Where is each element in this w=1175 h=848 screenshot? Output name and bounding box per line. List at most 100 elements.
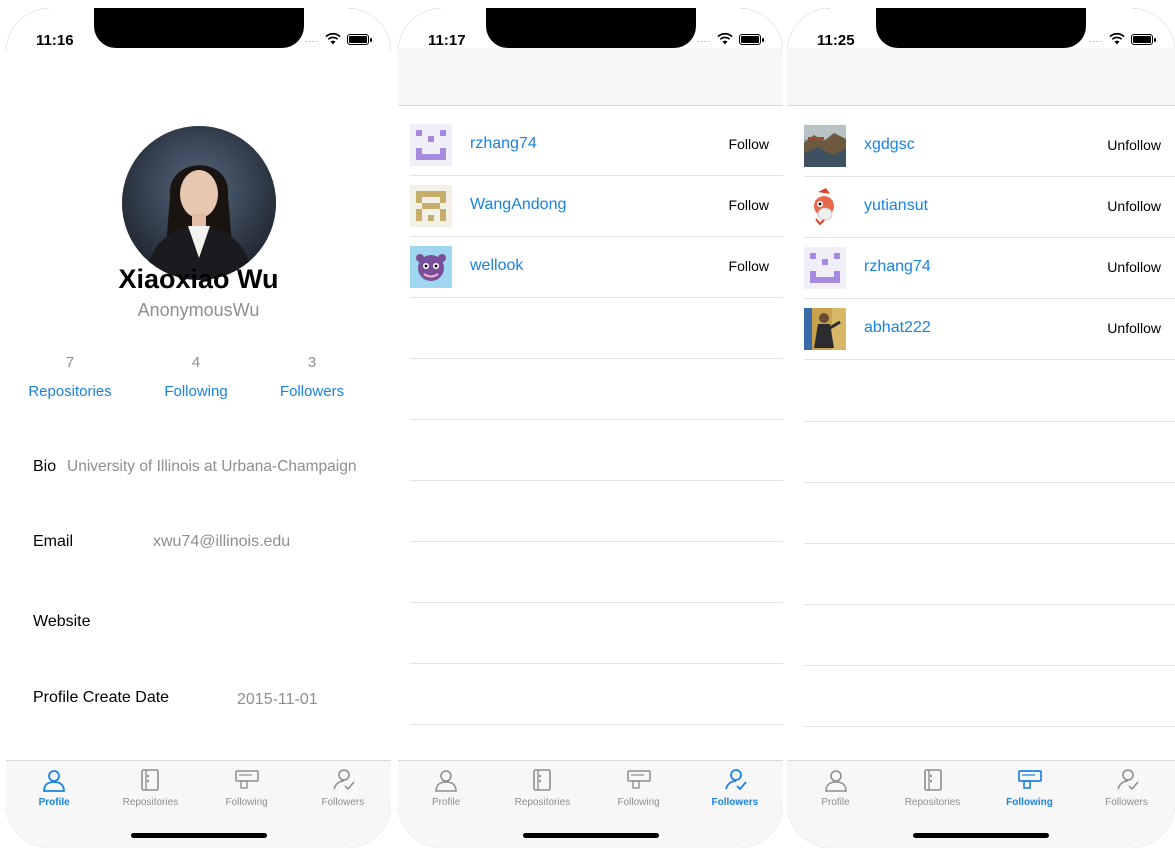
red-character-avatar	[804, 186, 846, 228]
signal-icon: ....	[696, 34, 711, 44]
tab-label: Followers	[321, 797, 365, 808]
email-label: Email	[33, 533, 74, 550]
tan-pixel-avatar	[410, 185, 452, 227]
signal-icon: ....	[1088, 34, 1103, 44]
bio-row: Bio University of Illinois at Urbana-Cha…	[33, 458, 383, 476]
follow-button[interactable]: Follow	[729, 197, 769, 213]
list-item[interactable]: rzhang74 Follow	[410, 115, 783, 176]
username-link[interactable]: rzhang74	[470, 135, 537, 153]
list-item[interactable]: wellook Follow	[410, 237, 783, 298]
username-link[interactable]: xgdgsc	[864, 136, 915, 154]
stat-count: 4	[191, 354, 201, 371]
home-indicator[interactable]	[130, 833, 267, 838]
battery-icon	[739, 33, 764, 45]
tab-repositories[interactable]: Repositories	[494, 767, 590, 808]
home-indicator[interactable]	[913, 833, 1049, 838]
tab-label: Followers	[711, 797, 759, 808]
username-link[interactable]: WangAndong	[470, 196, 566, 214]
tab-bar: Profile Repositories Following Followers	[787, 760, 1175, 848]
phone-profile: 11:16 .... Xiaoxiao Wu AnonymousWu 7 Rep…	[6, 8, 391, 848]
list-item[interactable]: rzhang74 Unfollow	[804, 238, 1175, 299]
bio-value: University of Illinois at Urbana-Champai…	[67, 458, 357, 475]
empty-row-separator	[410, 419, 783, 420]
repository-icon	[533, 769, 552, 791]
following-icon	[626, 770, 651, 789]
profile-screen: 11:16 .... Xiaoxiao Wu AnonymousWu 7 Rep…	[6, 8, 391, 848]
empty-row-separator	[410, 602, 783, 603]
tab-following[interactable]: Following	[981, 767, 1078, 808]
empty-row-separator	[410, 663, 783, 664]
list-item[interactable]: yutiansut Unfollow	[804, 177, 1175, 238]
tab-repositories[interactable]: Repositories	[102, 767, 198, 808]
follow-button[interactable]: Follow	[729, 258, 769, 274]
empty-row-separator	[804, 482, 1175, 483]
username-link[interactable]: abhat222	[864, 319, 931, 337]
status-icons: ....	[304, 33, 372, 45]
follow-button[interactable]: Follow	[729, 136, 769, 152]
empty-row-separator	[410, 724, 783, 725]
purple-pixel-avatar	[804, 247, 846, 289]
purple-creature-avatar	[410, 246, 452, 288]
followers-icon	[725, 769, 747, 791]
tab-followers[interactable]: Followers	[295, 767, 391, 808]
stat-followers[interactable]: 3 Followers	[257, 354, 367, 400]
tab-following[interactable]: Following	[199, 767, 295, 808]
empty-row-separator	[804, 421, 1175, 422]
person-icon	[824, 770, 847, 792]
tab-repositories[interactable]: Repositories	[884, 767, 981, 808]
unfollow-button[interactable]: Unfollow	[1107, 259, 1161, 275]
followers-icon	[1116, 769, 1139, 791]
tab-label: Following	[225, 797, 268, 808]
profile-login: AnonymousWu	[137, 300, 260, 320]
repository-icon	[141, 769, 160, 791]
list-item[interactable]: abhat222 Unfollow	[804, 299, 1175, 360]
tab-profile[interactable]: Profile	[398, 767, 494, 808]
tab-followers[interactable]: Followers	[687, 767, 783, 808]
tab-profile[interactable]: Profile	[787, 767, 884, 808]
empty-row-separator	[410, 480, 783, 481]
tab-label: Profile	[821, 797, 850, 808]
person-icon	[435, 770, 457, 792]
unfollow-button[interactable]: Unfollow	[1107, 137, 1161, 153]
tab-label: Followers	[1105, 797, 1148, 808]
empty-row-separator	[804, 543, 1175, 544]
status-icons: ....	[696, 33, 764, 45]
tab-label: Profile	[431, 797, 461, 808]
list-item[interactable]: WangAndong Follow	[410, 176, 783, 237]
status-icons: ....	[1088, 33, 1156, 45]
email-value: xwu74@illinois.edu	[153, 533, 291, 550]
person-photo-avatar	[804, 308, 846, 350]
profile-name: Xiaoxiao Wu	[118, 264, 279, 294]
signal-icon: ....	[304, 34, 319, 44]
home-indicator[interactable]	[522, 833, 659, 838]
unfollow-button[interactable]: Unfollow	[1107, 198, 1161, 214]
wifi-icon	[325, 33, 341, 45]
list-item[interactable]: xgdgsc Unfollow	[804, 116, 1175, 177]
battery-icon	[347, 33, 372, 45]
wifi-icon	[1109, 33, 1125, 45]
tab-label: Following	[1006, 797, 1053, 808]
notch	[876, 8, 1086, 48]
username-link[interactable]: wellook	[470, 257, 523, 275]
username-link[interactable]: rzhang74	[864, 258, 931, 276]
bio-label: Bio	[33, 458, 57, 475]
phone-followers: 11:17 .... rzhang74 Follow WangAndong Fo…	[398, 8, 783, 848]
tab-followers[interactable]: Followers	[1078, 767, 1175, 808]
stat-following[interactable]: 4 Following	[141, 354, 251, 400]
empty-row-separator	[410, 358, 783, 359]
unfollow-button[interactable]: Unfollow	[1107, 320, 1161, 336]
tab-label: Following	[617, 797, 660, 808]
empty-row-separator	[804, 604, 1175, 605]
stat-repositories[interactable]: 7 Repositories	[15, 354, 125, 400]
stat-count: 7	[65, 354, 75, 371]
tab-bar: Profile Repositories Following Followers	[398, 760, 783, 848]
tab-profile[interactable]: Profile	[6, 767, 102, 808]
status-time: 11:17	[428, 32, 466, 49]
tab-label: Repositories	[122, 797, 179, 808]
username-link[interactable]: yutiansut	[864, 197, 928, 215]
following-icon	[1017, 770, 1042, 789]
tab-following[interactable]: Following	[591, 767, 687, 808]
followers-icon	[333, 769, 355, 791]
profile-avatar	[121, 126, 276, 280]
website-label: Website	[33, 613, 91, 630]
